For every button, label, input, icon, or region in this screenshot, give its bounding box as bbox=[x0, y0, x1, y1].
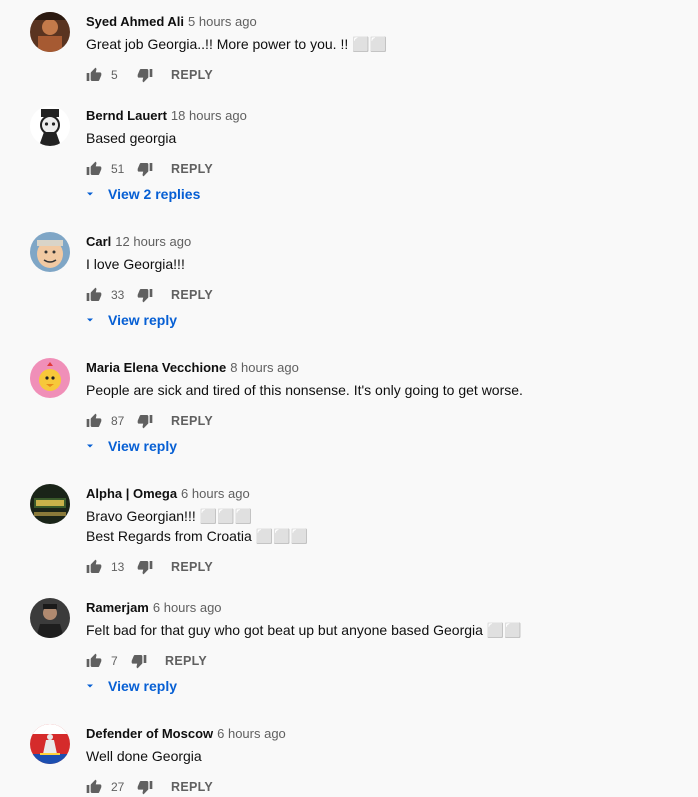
like-count: 51 bbox=[111, 162, 125, 176]
comment-actions: 51 REPLY bbox=[86, 159, 213, 179]
comment-text: Based georgia bbox=[86, 130, 177, 146]
view-replies-label: View 2 replies bbox=[108, 186, 201, 202]
view-replies-button[interactable]: View reply bbox=[84, 678, 177, 694]
view-replies-label: View reply bbox=[108, 678, 178, 694]
dislike-icon[interactable] bbox=[137, 413, 153, 429]
comment-actions: 33 REPLY bbox=[86, 285, 213, 305]
comment-time[interactable]: 6 hours ago bbox=[217, 726, 286, 741]
avatar[interactable] bbox=[30, 358, 70, 398]
comment-time[interactable]: 6 hours ago bbox=[153, 600, 222, 615]
like-count: 7 bbox=[111, 654, 118, 668]
avatar[interactable] bbox=[30, 12, 70, 52]
chevron-down-icon bbox=[87, 444, 93, 448]
like-count: 13 bbox=[111, 560, 125, 574]
like-count: 5 bbox=[111, 68, 118, 82]
comment-time[interactable]: 18 hours ago bbox=[171, 108, 247, 123]
avatar[interactable] bbox=[30, 232, 70, 272]
comment-actions: 13 REPLY bbox=[86, 557, 213, 577]
view-replies-label: View reply bbox=[108, 312, 178, 328]
comment-text: I love Georgia!!! bbox=[86, 256, 185, 272]
chevron-down-icon bbox=[87, 684, 93, 688]
like-icon[interactable] bbox=[86, 413, 102, 429]
reply-button[interactable]: REPLY bbox=[171, 780, 213, 794]
comment-time[interactable]: 6 hours ago bbox=[181, 486, 250, 501]
comment-author[interactable]: Syed Ahmed Ali bbox=[86, 14, 184, 29]
like-icon[interactable] bbox=[86, 67, 102, 83]
comment-time[interactable]: 8 hours ago bbox=[230, 360, 299, 375]
reply-button[interactable]: REPLY bbox=[171, 288, 213, 302]
reply-button[interactable]: REPLY bbox=[165, 654, 207, 668]
comment-text: Well done Georgia bbox=[86, 748, 202, 764]
comment-author[interactable]: Carl bbox=[86, 234, 111, 249]
reply-button[interactable]: REPLY bbox=[171, 162, 213, 176]
comment-author[interactable]: Alpha | Omega bbox=[86, 486, 177, 501]
comment-text: Great job Georgia..!! More power to you.… bbox=[86, 36, 387, 52]
comment-text: Felt bad for that guy who got beat up bu… bbox=[86, 622, 522, 638]
comment-author[interactable]: Defender of Moscow bbox=[86, 726, 213, 741]
dislike-icon[interactable] bbox=[137, 67, 153, 83]
view-replies-button[interactable]: View reply bbox=[84, 438, 177, 454]
reply-button[interactable]: REPLY bbox=[171, 68, 213, 82]
comment-text: Bravo Georgian!!! ⬜⬜⬜ Best Regards from … bbox=[86, 508, 308, 544]
comment-text: People are sick and tired of this nonsen… bbox=[86, 382, 523, 398]
view-replies-button[interactable]: View 2 replies bbox=[84, 186, 200, 202]
avatar[interactable] bbox=[30, 484, 70, 524]
dislike-icon[interactable] bbox=[137, 559, 153, 575]
comment-actions: 87 REPLY bbox=[86, 411, 213, 431]
avatar[interactable] bbox=[30, 106, 70, 146]
comment-time[interactable]: 5 hours ago bbox=[188, 14, 257, 29]
reply-button[interactable]: REPLY bbox=[171, 560, 213, 574]
like-icon[interactable] bbox=[86, 287, 102, 303]
view-replies-button[interactable]: View reply bbox=[84, 312, 177, 328]
comment-author[interactable]: Maria Elena Vecchione bbox=[86, 360, 226, 375]
like-icon[interactable] bbox=[86, 779, 102, 795]
reply-button[interactable]: REPLY bbox=[171, 414, 213, 428]
dislike-icon[interactable] bbox=[137, 161, 153, 177]
comment-actions: 5 REPLY bbox=[86, 65, 213, 85]
avatar[interactable] bbox=[30, 724, 70, 764]
dislike-icon[interactable] bbox=[137, 779, 153, 795]
comment-actions: 7 REPLY bbox=[86, 651, 207, 671]
dislike-icon[interactable] bbox=[131, 653, 147, 669]
comment-author[interactable]: Ramerjam bbox=[86, 600, 149, 615]
dislike-icon[interactable] bbox=[137, 287, 153, 303]
comment-time[interactable]: 12 hours ago bbox=[115, 234, 191, 249]
view-replies-label: View reply bbox=[108, 438, 178, 454]
like-icon[interactable] bbox=[86, 653, 102, 669]
chevron-down-icon bbox=[87, 192, 93, 196]
chevron-down-icon bbox=[87, 318, 93, 322]
comment-author[interactable]: Bernd Lauert bbox=[86, 108, 167, 123]
like-count: 87 bbox=[111, 414, 125, 428]
like-icon[interactable] bbox=[86, 559, 102, 575]
like-count: 27 bbox=[111, 780, 125, 794]
comment-actions: 27 REPLY bbox=[86, 777, 213, 797]
avatar[interactable] bbox=[30, 598, 70, 638]
like-count: 33 bbox=[111, 288, 125, 302]
like-icon[interactable] bbox=[86, 161, 102, 177]
